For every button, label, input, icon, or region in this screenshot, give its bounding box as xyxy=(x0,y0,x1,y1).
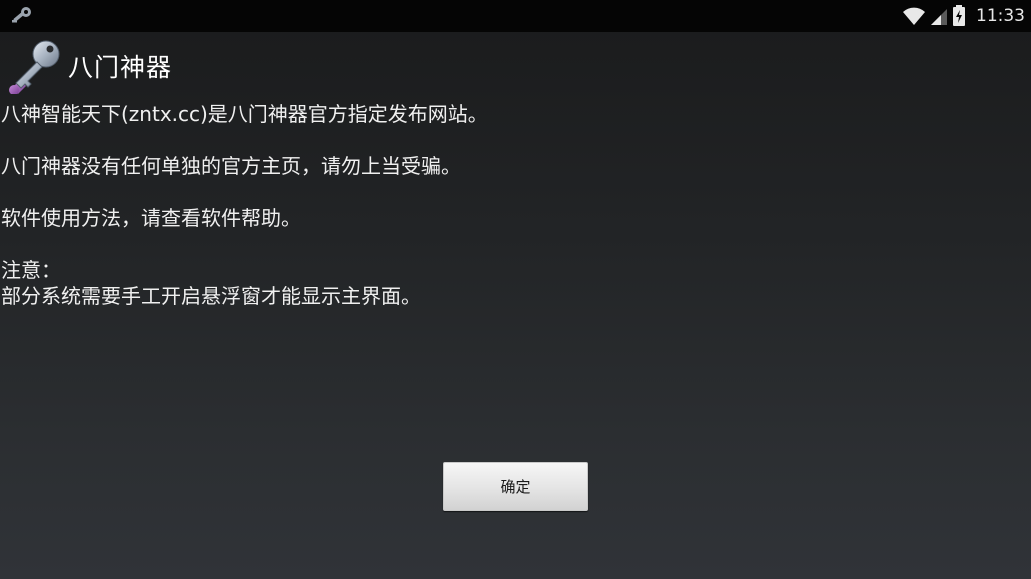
clock: 11:33 xyxy=(976,6,1025,26)
message-line-warning: 八门神器没有任何单独的官方主页，请勿上当受骗。 xyxy=(1,154,461,178)
app-key-icon xyxy=(12,7,31,23)
screen: 11:33 八门神器 八神智能天下(zntx.cc)是八门神器官方指定发布网站。… xyxy=(0,0,1031,579)
message-line-help: 软件使用方法，请查看软件帮助。 xyxy=(1,206,301,230)
note-label: 注意： xyxy=(1,258,61,282)
signal-icon xyxy=(931,9,947,25)
note-text: 部分系统需要手工开启悬浮窗才能显示主界面。 xyxy=(1,284,421,308)
dialog-message: 八神智能天下(zntx.cc)是八门神器官方指定发布网站。 八门神器没有任何单独… xyxy=(1,101,1021,309)
message-line-website: 八神智能天下(zntx.cc)是八门神器官方指定发布网站。 xyxy=(1,102,488,126)
ok-button[interactable]: 确定 xyxy=(443,462,588,511)
status-icons: 11:33 xyxy=(902,0,1025,32)
battery-charging-icon xyxy=(953,5,965,26)
wifi-icon xyxy=(903,7,925,25)
dialog-header: 八门神器 xyxy=(6,38,172,94)
status-bar: 11:33 xyxy=(0,0,1031,32)
key-wrench-icon xyxy=(9,40,60,94)
dialog-title: 八门神器 xyxy=(68,53,173,82)
